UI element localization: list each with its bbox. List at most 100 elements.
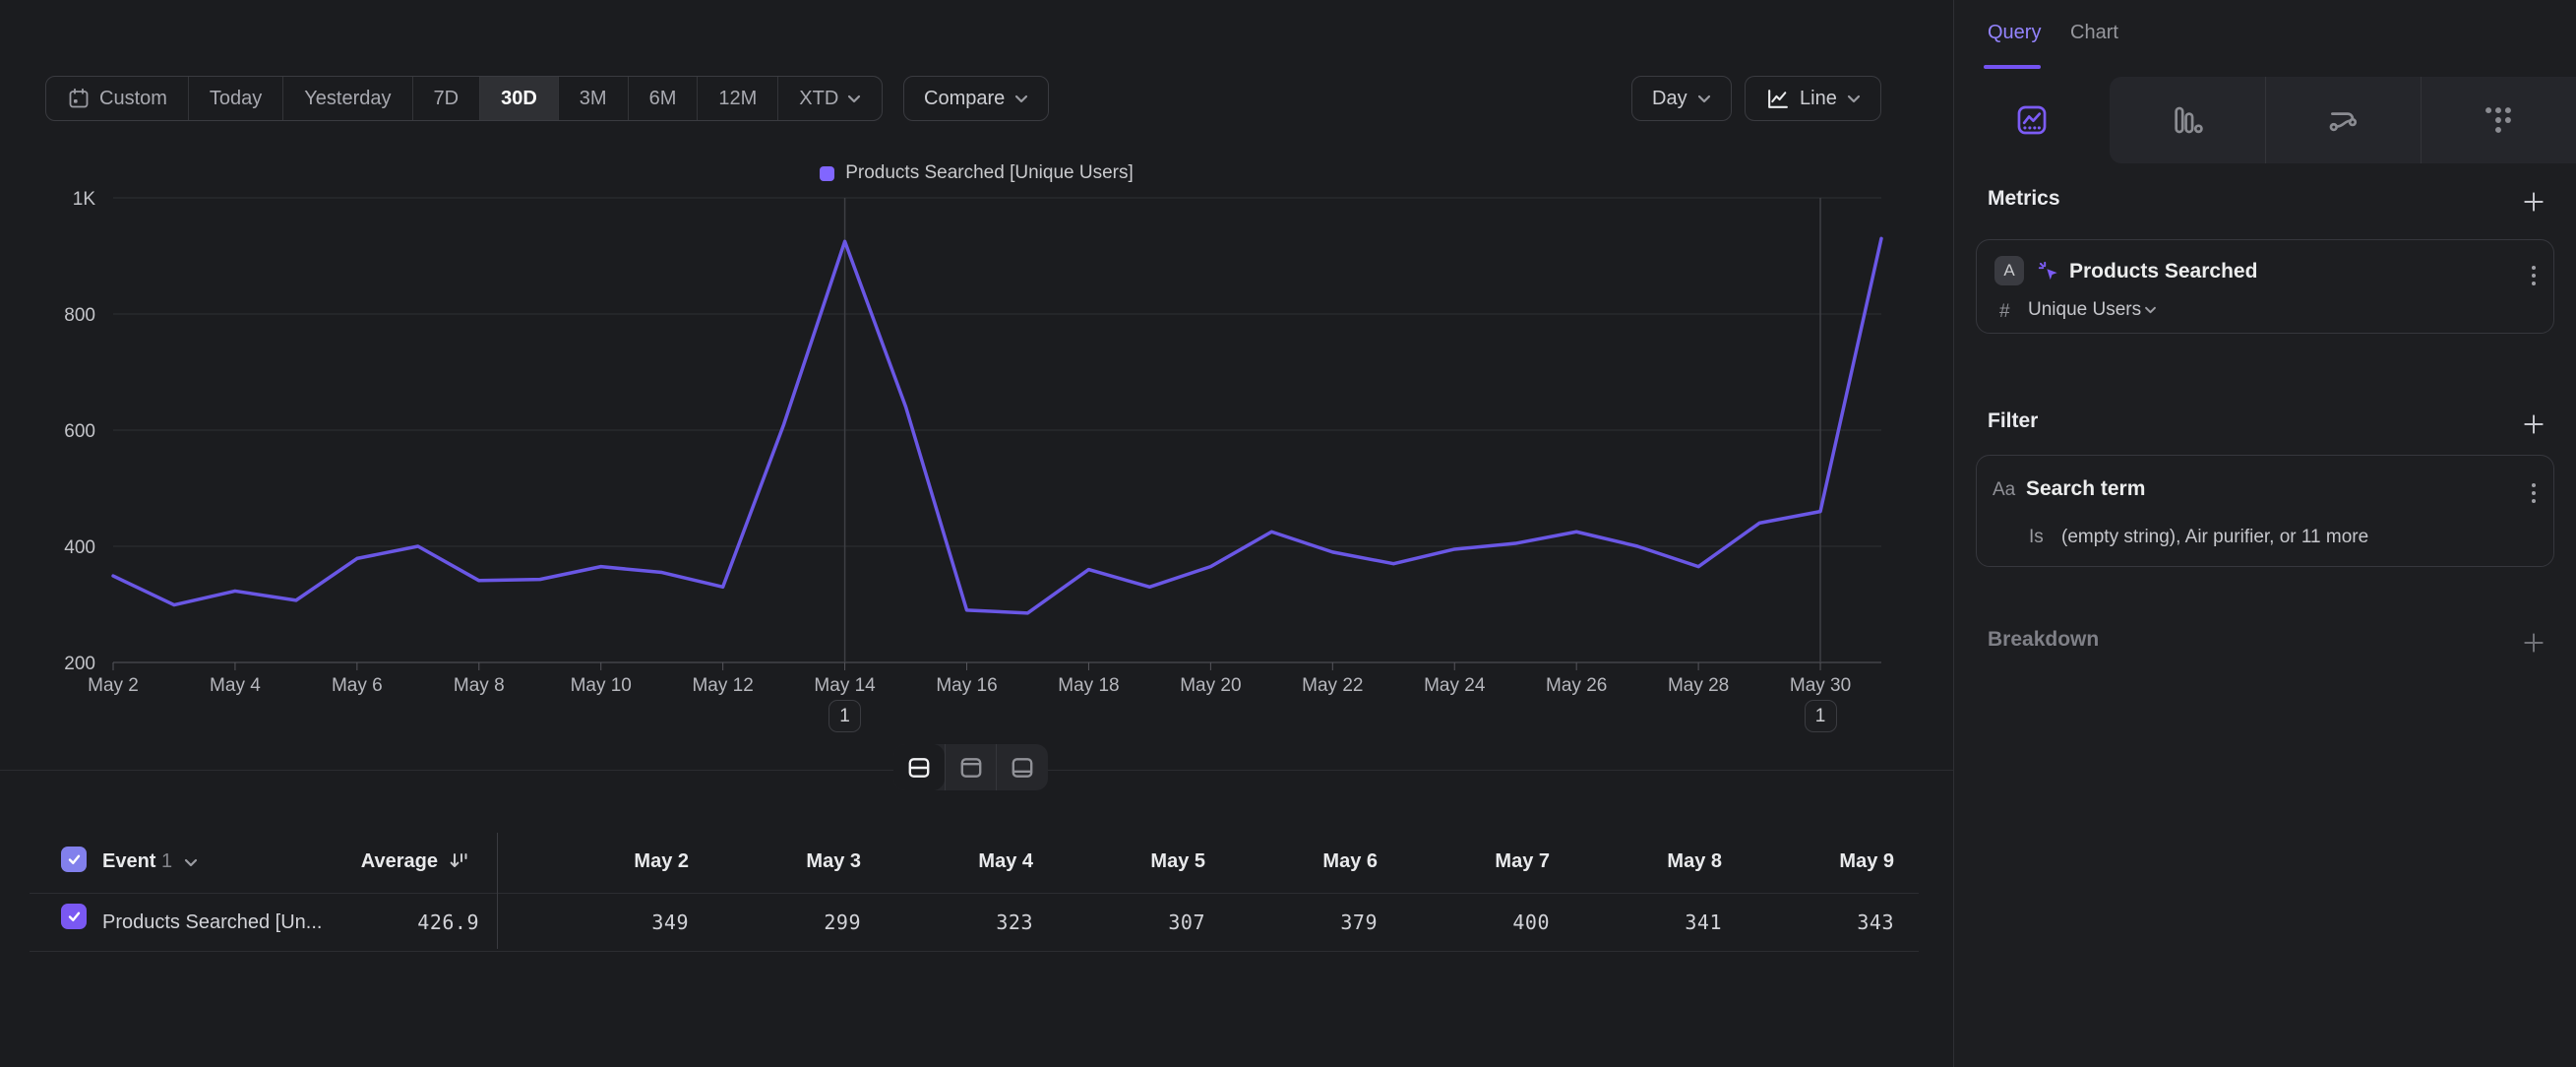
x-axis-label: May 4 — [210, 675, 261, 696]
layout-chart-only-button[interactable] — [945, 744, 997, 790]
funnel-flow-icon — [2326, 103, 2360, 137]
metric-menu-button[interactable] — [2532, 266, 2536, 285]
range-label: 30D — [501, 88, 537, 110]
average-column-header[interactable]: Average — [325, 829, 438, 894]
chart-type-tabs — [1954, 77, 2576, 163]
y-axis-label: 600 — [64, 421, 95, 442]
retention-dots-icon — [2482, 103, 2515, 137]
date-column-header[interactable]: May 2 — [517, 829, 689, 894]
aggregation-symbol: # — [1999, 301, 2010, 323]
range-label: Custom — [99, 88, 167, 110]
layout-chart-and-table-button[interactable] — [893, 744, 945, 790]
x-axis-label: May 12 — [692, 675, 753, 696]
range-label: Yesterday — [304, 88, 391, 110]
row-average-value: 426.9 — [332, 894, 479, 951]
range-label: 3M — [580, 88, 607, 110]
chevron-down-icon — [2144, 306, 2157, 314]
range-button-6m[interactable]: 6M — [628, 77, 698, 120]
date-column-header[interactable]: May 3 — [689, 829, 861, 894]
x-axis-label: May 24 — [1424, 675, 1486, 696]
annotation-badge[interactable]: 1 — [828, 700, 861, 732]
x-axis-label: May 30 — [1790, 675, 1851, 696]
report-canvas: Custom Today Yesterday 7D 30D 3M 6M 12M XTD Comp… — [0, 0, 1953, 1067]
active-tab-underline — [1984, 65, 2041, 69]
breakdown-heading: Breakdown — [1988, 628, 2099, 652]
series-line[interactable] — [113, 238, 1881, 613]
split-horizontal-icon — [906, 755, 932, 781]
bottom-panel-icon — [1010, 755, 1035, 781]
filter-value[interactable]: (empty string), Air purifier, or 11 more — [2061, 527, 2368, 548]
date-column-header[interactable]: May 4 — [861, 829, 1033, 894]
range-button-today[interactable]: Today — [188, 77, 282, 120]
granularity-label: Day — [1652, 88, 1687, 110]
row-name[interactable]: Products Searched [Un... — [102, 894, 322, 951]
date-column-value: 379 — [1205, 894, 1378, 951]
x-axis-label: May 6 — [332, 675, 383, 696]
tab-chart[interactable]: Chart — [2070, 22, 2118, 44]
row-checkbox[interactable] — [61, 904, 87, 929]
legend-label: Products Searched [Unique Users] — [845, 162, 1134, 184]
tab-funnel-flow[interactable] — [2265, 77, 2421, 163]
metric-title: Products Searched — [2069, 256, 2257, 287]
add-breakdown-button[interactable] — [2521, 630, 2546, 656]
compare-button[interactable]: Compare — [903, 76, 1049, 121]
filter-card[interactable]: Aa Search term Is (empty string), Air pu… — [1976, 455, 2554, 567]
chart-legend[interactable]: Products Searched [Unique Users] — [0, 162, 1953, 184]
date-column-header[interactable]: May 5 — [1033, 829, 1205, 894]
range-label: Today — [210, 88, 262, 110]
sort-icon[interactable] — [448, 850, 469, 872]
range-button-3m[interactable]: 3M — [558, 77, 628, 120]
aggregation-selector[interactable]: Unique Users — [2028, 299, 2141, 321]
table-row-divider — [30, 951, 1919, 952]
granularity-button[interactable]: Day — [1631, 76, 1732, 121]
date-column-header[interactable]: May 9 — [1722, 829, 1894, 894]
x-axis-label: May 20 — [1180, 675, 1241, 696]
event-column-header[interactable]: Event 1 — [102, 829, 198, 894]
range-button-12m[interactable]: 12M — [697, 77, 777, 120]
plus-icon — [2521, 411, 2546, 437]
plus-icon — [2521, 630, 2546, 656]
x-axis-label: May 18 — [1058, 675, 1119, 696]
filter-heading: Filter — [1988, 409, 2038, 433]
chart-type-label: Line — [1800, 88, 1837, 110]
check-icon — [67, 852, 82, 866]
filter-operator[interactable]: Is — [2029, 527, 2044, 548]
range-button-7d[interactable]: 7D — [412, 77, 480, 120]
layout-table-only-button[interactable] — [996, 744, 1048, 790]
x-axis-label: May 26 — [1546, 675, 1607, 696]
y-axis-label: 400 — [64, 537, 95, 558]
range-label: 6M — [649, 88, 677, 110]
tab-retention[interactable] — [2421, 77, 2576, 163]
tab-query[interactable]: Query — [1988, 22, 2041, 44]
date-column-value: 400 — [1378, 894, 1550, 951]
compare-label: Compare — [924, 88, 1005, 110]
add-filter-button[interactable] — [2521, 411, 2546, 437]
range-label: XTD — [799, 88, 838, 110]
range-button-custom[interactable]: Custom — [46, 77, 188, 120]
date-column-value: 323 — [861, 894, 1033, 951]
filter-property-name: Search term — [2026, 473, 2145, 505]
date-column-value: 343 — [1722, 894, 1894, 951]
range-button-30d[interactable]: 30D — [479, 77, 558, 120]
x-axis-label: May 10 — [571, 675, 632, 696]
query-sidebar: Query Chart — [1953, 0, 2576, 1067]
chart-type-button[interactable]: Line — [1745, 76, 1881, 121]
string-property-icon: Aa — [1993, 479, 2015, 501]
range-button-xtd[interactable]: XTD — [777, 77, 882, 120]
date-column-header[interactable]: May 8 — [1550, 829, 1722, 894]
annotation-badge[interactable]: 1 — [1805, 700, 1837, 732]
select-all-checkbox[interactable] — [61, 847, 87, 872]
date-column-header[interactable]: May 6 — [1205, 829, 1378, 894]
insights-icon — [2015, 103, 2049, 137]
add-metric-button[interactable] — [2521, 189, 2546, 215]
event-count: 1 — [161, 850, 172, 872]
tab-bar-chart[interactable] — [2110, 77, 2265, 163]
metric-card[interactable]: A Products Searched # Unique Users — [1976, 239, 2554, 334]
range-button-yesterday[interactable]: Yesterday — [282, 77, 411, 120]
date-range-group: Custom Today Yesterday 7D 30D 3M 6M 12M XTD — [45, 76, 883, 121]
date-column-header[interactable]: May 7 — [1378, 829, 1550, 894]
chevron-down-icon — [1847, 94, 1861, 103]
chevron-down-icon — [184, 858, 198, 867]
tab-insights[interactable] — [1954, 77, 2110, 163]
filter-menu-button[interactable] — [2532, 483, 2536, 503]
